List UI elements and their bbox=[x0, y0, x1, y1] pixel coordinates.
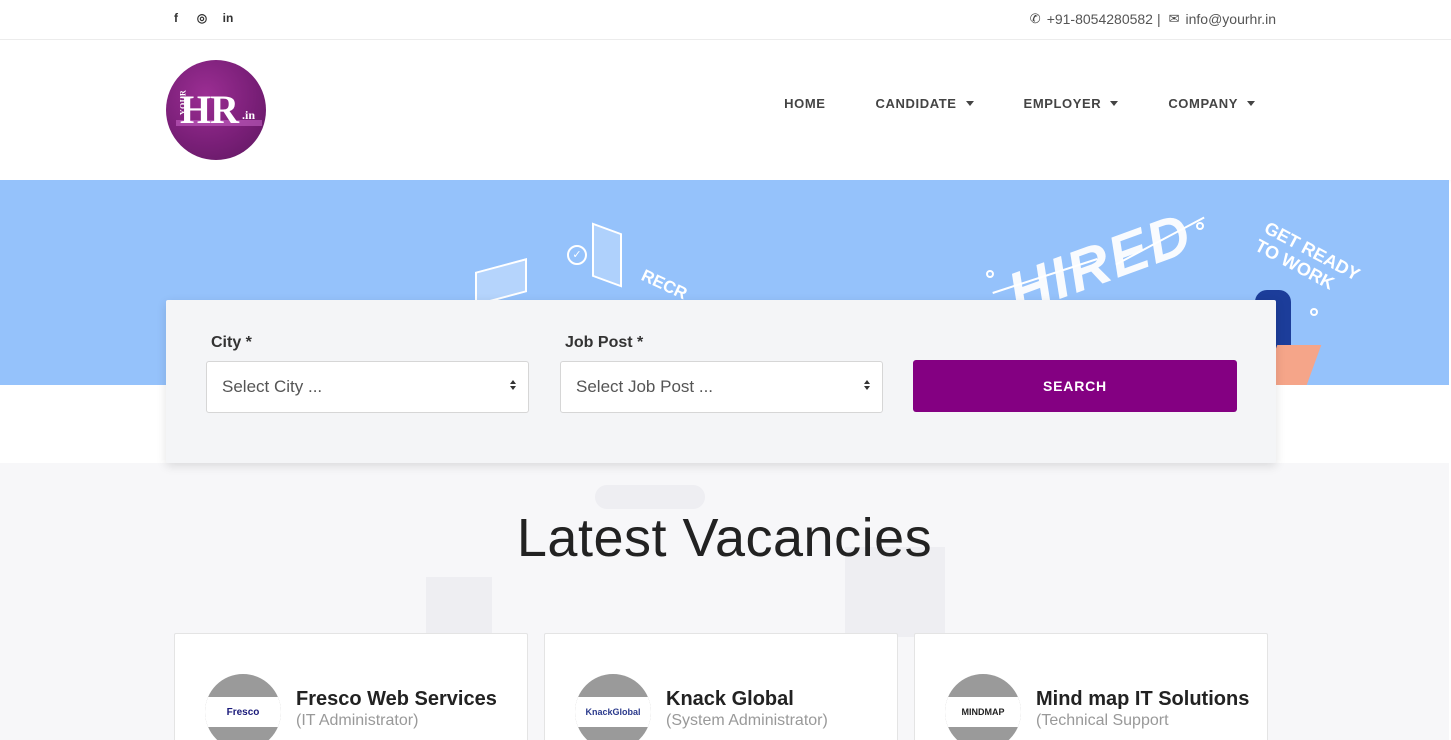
banner-recruit-text: RECR bbox=[638, 265, 691, 304]
top-bar: f ◎ in ✆ +91-8054280582 | ✉ info@yourhr.… bbox=[0, 0, 1451, 40]
nav-item-home[interactable]: HOME bbox=[784, 96, 825, 111]
section-title: Latest Vacancies bbox=[516, 508, 933, 568]
profile-card-illustration bbox=[475, 258, 527, 306]
job-post-select-value: Select Job Post ... bbox=[576, 377, 714, 396]
job-post: (IT Administrator) bbox=[296, 712, 419, 729]
nav-item-label: CANDIDATE bbox=[875, 96, 957, 111]
document-illustration bbox=[592, 222, 622, 288]
job-post: (System Administrator) bbox=[666, 712, 828, 729]
logo-main-text: HR bbox=[180, 87, 239, 132]
decor-dot bbox=[1310, 308, 1318, 316]
job-card[interactable]: MINDMAP Mind map IT Solutions (Technical… bbox=[914, 633, 1268, 740]
company-name[interactable]: Mind map IT Solutions bbox=[1036, 688, 1249, 711]
city-select-value: Select City ... bbox=[222, 377, 323, 396]
site-header: YOUR HR .in HOME CANDIDATE EMPLOYER COMP… bbox=[0, 40, 1451, 180]
job-card[interactable]: Fresco Fresco Web Services (IT Administr… bbox=[174, 633, 528, 740]
bg-building bbox=[426, 577, 492, 637]
job-post: (Technical Support bbox=[1036, 712, 1169, 729]
main-nav: HOME CANDIDATE EMPLOYER COMPANY bbox=[784, 96, 1255, 111]
nav-item-candidate[interactable]: CANDIDATE bbox=[876, 96, 974, 111]
company-logo-text: MINDMAP bbox=[945, 697, 1021, 727]
email-link[interactable]: info@yourhr.in bbox=[1186, 11, 1276, 27]
job-post-select[interactable]: Select Job Post ... bbox=[560, 361, 883, 413]
latest-vacancies-section: Latest Vacancies Fresco Fresco Web Servi… bbox=[0, 463, 1449, 740]
logo-suffix: .in bbox=[242, 108, 256, 122]
company-logo: KnackGlobal bbox=[575, 674, 651, 740]
select-arrows-icon bbox=[864, 380, 870, 390]
email-icon: ✉ bbox=[1168, 11, 1180, 26]
facebook-icon[interactable]: f bbox=[170, 11, 182, 25]
nav-item-label: EMPLOYER bbox=[1023, 96, 1102, 111]
company-logo-text: Fresco bbox=[205, 697, 281, 727]
contact-info: ✆ +91-8054280582 | ✉ info@yourhr.in bbox=[1030, 11, 1276, 27]
company-name[interactable]: Fresco Web Services bbox=[296, 688, 497, 711]
nav-item-label: COMPANY bbox=[1168, 96, 1238, 111]
select-arrows-icon bbox=[510, 380, 516, 390]
company-logo: MINDMAP bbox=[945, 674, 1021, 740]
company-logo: Fresco bbox=[205, 674, 281, 740]
nav-item-company[interactable]: COMPANY bbox=[1168, 96, 1255, 111]
contact-separator: | bbox=[1156, 11, 1161, 27]
caret-down-icon bbox=[1110, 101, 1119, 106]
site-logo[interactable]: YOUR HR .in bbox=[166, 60, 266, 160]
city-label: City * bbox=[211, 334, 252, 351]
phone-icon: ✆ bbox=[1029, 11, 1041, 26]
linkedin-icon[interactable]: in bbox=[222, 11, 234, 25]
check-icon: ✓ bbox=[567, 245, 587, 265]
caret-down-icon bbox=[965, 101, 974, 106]
nav-item-label: HOME bbox=[784, 96, 826, 111]
decor-dot bbox=[1196, 222, 1204, 230]
job-post-label: Job Post * bbox=[565, 334, 644, 351]
city-select[interactable]: Select City ... bbox=[206, 361, 529, 413]
company-name[interactable]: Knack Global bbox=[666, 688, 794, 711]
job-search-form: City * Select City ... Job Post * Select… bbox=[166, 300, 1276, 463]
phone-number[interactable]: +91-8054280582 bbox=[1047, 11, 1153, 27]
nav-item-employer[interactable]: EMPLOYER bbox=[1024, 96, 1119, 111]
decor-dot bbox=[986, 270, 994, 278]
social-links: f ◎ in bbox=[170, 11, 234, 25]
caret-down-icon bbox=[1247, 101, 1255, 106]
company-logo-text: KnackGlobal bbox=[575, 697, 651, 727]
bg-plane bbox=[595, 485, 705, 509]
instagram-icon[interactable]: ◎ bbox=[196, 11, 208, 25]
job-card[interactable]: KnackGlobal Knack Global (System Adminis… bbox=[544, 633, 898, 740]
search-button[interactable]: SEARCH bbox=[913, 360, 1237, 412]
